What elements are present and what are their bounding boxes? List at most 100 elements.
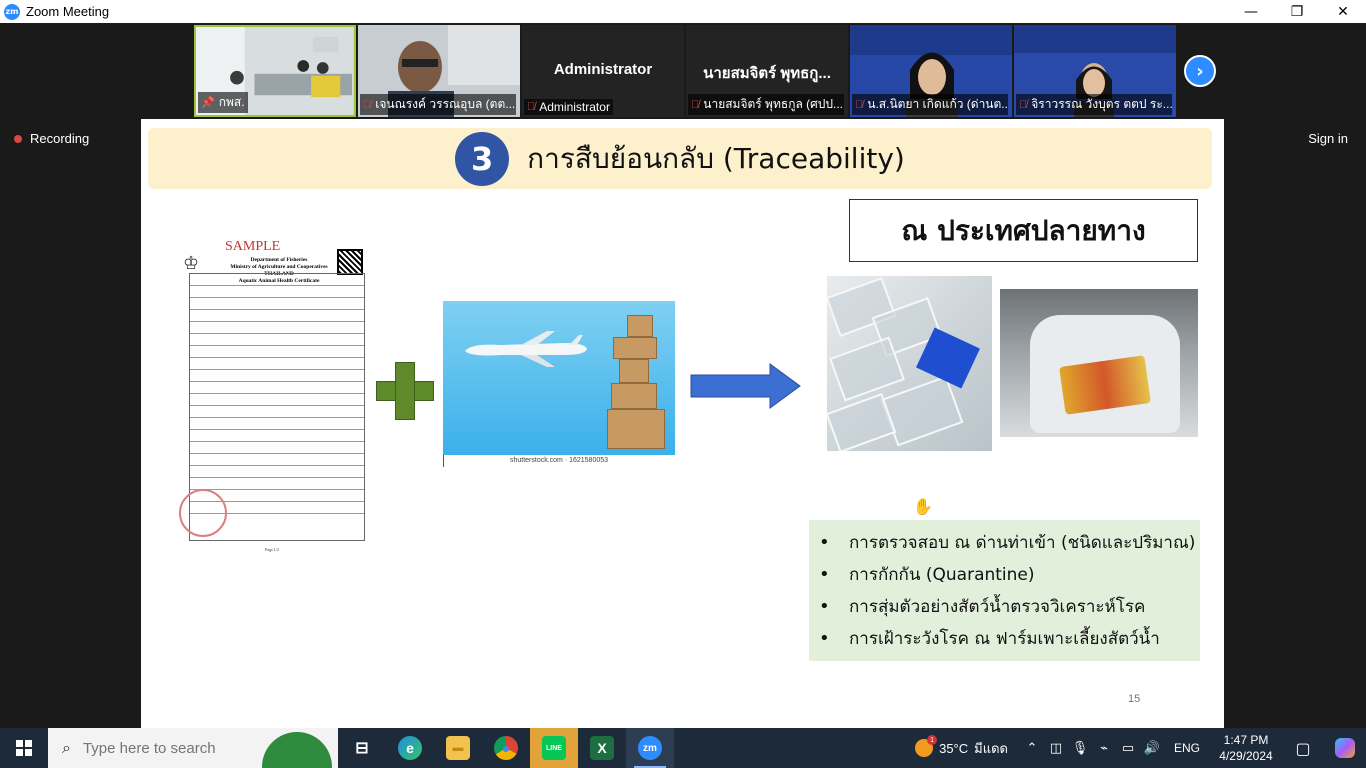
notification-icon: ▢ bbox=[1295, 738, 1311, 758]
plus-vertical-bar bbox=[395, 362, 415, 420]
participant-name: เจนณรงค์ วรรณอุบล (ตต... bbox=[375, 97, 516, 111]
cardboard-boxes-icon bbox=[607, 315, 665, 451]
form-row bbox=[190, 478, 364, 490]
recording-dot-icon bbox=[14, 134, 22, 143]
participant-display-name: นายสมจิตร์ พุทธกู... bbox=[703, 65, 831, 82]
participant-display-name: Administrator bbox=[553, 61, 653, 78]
participant-name-bar: 🎙̸ Administrator bbox=[524, 99, 613, 115]
thai-garuda-crest-icon: ♔ bbox=[183, 253, 200, 274]
start-button[interactable] bbox=[0, 728, 48, 768]
close-button[interactable]: ✕ bbox=[1320, 0, 1366, 23]
form-row bbox=[190, 406, 364, 418]
form-row bbox=[190, 454, 364, 466]
form-row bbox=[190, 430, 364, 442]
list-item: • การตรวจสอบ ณ ด่านท่าเข้า (ชนิดและปริมาณ… bbox=[819, 526, 1200, 558]
certificate-heading-line: Department of Fisheries bbox=[250, 257, 308, 263]
taskbar-clock[interactable]: 1:47 PM 4/29/2024 bbox=[1210, 732, 1282, 764]
windows-logo-icon bbox=[16, 740, 32, 756]
participant-name: กพส. bbox=[218, 95, 245, 109]
excel-button[interactable]: X bbox=[578, 728, 626, 768]
task-view-icon: ⊟ bbox=[355, 740, 369, 757]
form-row bbox=[190, 394, 364, 406]
volume-icon[interactable]: 🔊 bbox=[1140, 741, 1164, 756]
sign-in-link[interactable]: Sign in bbox=[1308, 131, 1348, 146]
mic-muted-icon: 🎙̸ bbox=[363, 98, 372, 111]
bullet-icon: • bbox=[819, 627, 830, 649]
box bbox=[613, 337, 657, 359]
participant-tile[interactable]: 🎙̸ จิราวรรณ วังบุตร ตตป ระ... bbox=[1014, 25, 1176, 117]
window-controls: — ❐ ✕ bbox=[1228, 0, 1366, 23]
meeting-camera-icon[interactable]: ◫ bbox=[1044, 741, 1068, 756]
shared-slide: 3 การสืบย้อนกลับ (Traceability) ณ ประเทศ… bbox=[141, 119, 1224, 728]
clock-time: 1:47 PM bbox=[1223, 733, 1269, 747]
inspection-bullet-list: • การตรวจสอบ ณ ด่านท่าเข้า (ชนิดและปริมาณ… bbox=[809, 520, 1200, 661]
health-certificate-image: SAMPLE ♔ Department of Fisheries Ministr… bbox=[179, 239, 369, 557]
minimize-button[interactable]: — bbox=[1228, 0, 1274, 23]
participant-name-bar: 🎙̸ นายสมจิตร์ พุทธกูล (ศปป... bbox=[688, 94, 844, 115]
search-input[interactable] bbox=[82, 739, 273, 757]
file-explorer-button[interactable]: ▬ bbox=[434, 728, 482, 768]
participant-name-bar: 🎙̸ จิราวรรณ วังบุตร ตตป ระ... bbox=[1016, 94, 1172, 115]
plus-icon bbox=[376, 362, 434, 420]
slide-title: การสืบย้อนกลับ (Traceability) bbox=[527, 141, 905, 175]
input-language[interactable]: ENG bbox=[1174, 741, 1200, 755]
microphone-icon[interactable]: 🎙 bbox=[1068, 741, 1092, 756]
line-button[interactable]: LINE bbox=[530, 728, 578, 768]
participant-tile[interactable]: 📌 กพส. bbox=[194, 25, 356, 117]
recording-indicator[interactable]: Recording bbox=[14, 131, 89, 146]
box bbox=[611, 383, 657, 409]
list-item: • การกักกัน (Quarantine) bbox=[819, 558, 1200, 590]
excel-icon: X bbox=[590, 736, 614, 760]
bullet-icon: • bbox=[819, 531, 830, 553]
packaged-product-photo bbox=[1000, 289, 1198, 437]
form-row bbox=[190, 418, 364, 430]
box bbox=[619, 359, 649, 383]
mic-muted-icon: 🎙̸ bbox=[855, 98, 864, 111]
participant-tile[interactable]: 🎙̸ น.ส.นิตยา เกิดแก้ว (ด่านต... bbox=[850, 25, 1012, 117]
participant-strip: 📌 กพส. 🎙̸ เจนณรงค์ วรรณอุบล (ตต... Admin… bbox=[194, 25, 1176, 117]
weather-temp: 35°C bbox=[939, 740, 969, 756]
participant-tile[interactable]: Administrator 🎙̸ Administrator bbox=[522, 25, 684, 117]
pin-icon: 📌 bbox=[201, 97, 215, 109]
form-row bbox=[190, 466, 364, 478]
zoom-taskbar-button[interactable]: zm bbox=[626, 728, 674, 768]
edge-button[interactable]: e bbox=[386, 728, 434, 768]
air-cargo-image bbox=[443, 301, 675, 455]
taskbar-search[interactable]: ⌕ bbox=[48, 728, 338, 768]
bullet-text: การสุ่มตัวอย่างสัตว์น้ำตรวจวิเคราะห์โรค bbox=[849, 596, 1146, 617]
chevron-right-icon: › bbox=[1196, 60, 1204, 82]
slide-number-badge: 3 bbox=[455, 131, 510, 186]
bullet-text: การตรวจสอบ ณ ด่านท่าเข้า (ชนิดและปริมาณ) bbox=[849, 532, 1196, 553]
window-title: Zoom Meeting bbox=[26, 4, 110, 19]
participant-name: น.ส.นิตยา เกิดแก้ว (ด่านต... bbox=[867, 97, 1008, 111]
bullet-text: การเฝ้าระวังโรค ณ ฟาร์มเพาะเลี้ยงสัตว์น้… bbox=[849, 628, 1160, 649]
participant-name-bar: 🎙̸ เจนณรงค์ วรรณอุบล (ตต... bbox=[360, 94, 516, 115]
weather-widget[interactable]: 1 35°C มีแดด bbox=[915, 735, 1008, 759]
form-row bbox=[190, 322, 364, 334]
copilot-button[interactable] bbox=[1324, 728, 1366, 768]
folder-icon: ▬ bbox=[446, 736, 470, 760]
restore-button[interactable]: ❐ bbox=[1274, 0, 1320, 23]
participant-name: จิราวรรณ วังบุตร ตตป ระ... bbox=[1031, 97, 1172, 111]
box bbox=[627, 315, 653, 337]
battery-icon[interactable]: ▭ bbox=[1116, 741, 1140, 756]
next-participants-button[interactable]: › bbox=[1184, 55, 1216, 87]
edge-icon: e bbox=[398, 736, 422, 760]
chevron-up-icon[interactable]: ⌃ bbox=[1020, 741, 1044, 756]
destination-country-label: ณ ประเทศปลายทาง bbox=[849, 199, 1198, 262]
bullet-icon: • bbox=[819, 563, 830, 585]
bullet-icon: • bbox=[819, 595, 830, 617]
participant-tile[interactable]: 🎙̸ เจนณรงค์ วรรณอุบล (ตต... bbox=[358, 25, 520, 117]
network-icon[interactable]: ⌁ bbox=[1092, 741, 1116, 756]
airplane-icon bbox=[465, 331, 587, 367]
participant-tile[interactable]: นายสมจิตร์ พุทธกู... 🎙̸ นายสมจิตร์ พุทธก… bbox=[686, 25, 848, 117]
certificate-page-label: Page 1/2 bbox=[265, 547, 279, 552]
certificate-heading-line: Ministry of Agriculture and Cooperatives bbox=[230, 264, 328, 270]
mic-muted-icon: 🎙̸ bbox=[691, 98, 700, 111]
chrome-button[interactable]: ● bbox=[482, 728, 530, 768]
list-item: • การสุ่มตัวอย่างสัตว์น้ำตรวจวิเคราะห์โรค bbox=[819, 590, 1200, 622]
form-row bbox=[190, 442, 364, 454]
notification-center-button[interactable]: ▢ bbox=[1282, 728, 1324, 768]
windows-taskbar: ⌕ ⊟ e ▬ ● LINE X zm 1 35°C มีแดด ⌃ ◫ 🎙 ⌁… bbox=[0, 728, 1366, 768]
task-view-button[interactable]: ⊟ bbox=[338, 728, 386, 768]
